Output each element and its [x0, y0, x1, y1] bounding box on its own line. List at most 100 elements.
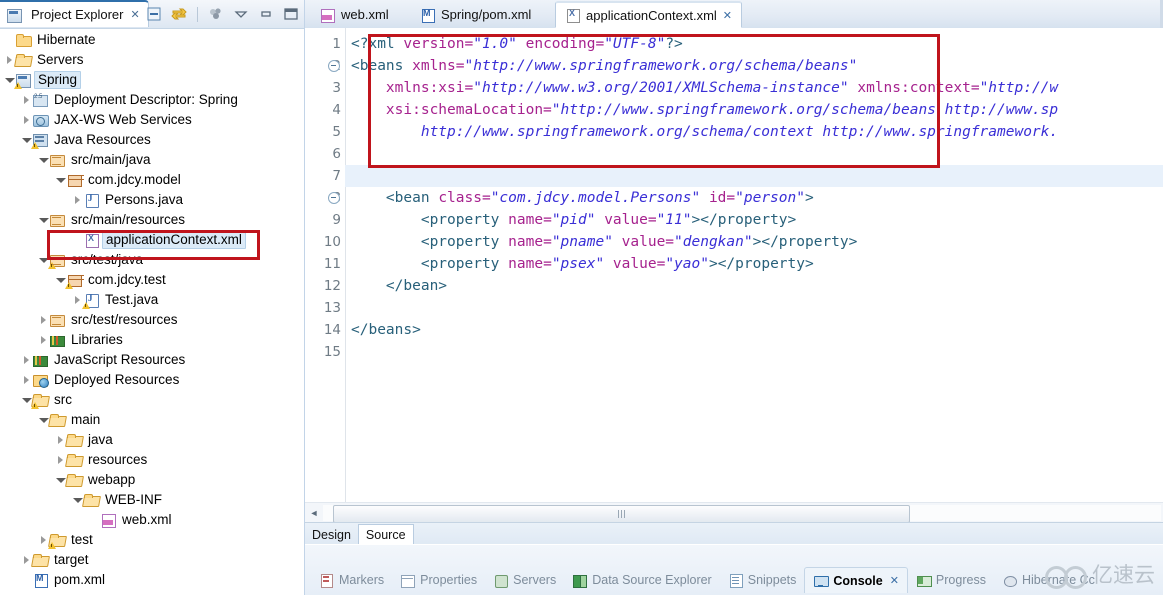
editor-tab-bar[interactable]: web.xml Spring/pom.xml applicationContext.…: [305, 0, 1163, 29]
tree-item-jax-ws-web-services[interactable]: JAX-WS Web Services: [0, 110, 304, 130]
scrollbar-thumb[interactable]: [333, 505, 910, 523]
maximize-icon[interactable]: [282, 5, 300, 23]
collapse-arrow-icon[interactable]: [38, 410, 49, 430]
code-token-tag: <property: [420, 212, 509, 228]
close-icon[interactable]: ✕: [723, 9, 732, 22]
code-line[interactable]: <property name="pname" value="dengkan"><…: [351, 231, 858, 253]
editor-tab-spring-pom-xml[interactable]: Spring/pom.xml: [411, 1, 540, 28]
code-line[interactable]: <property name="psex" value="yao"></prop…: [351, 253, 814, 275]
tree-item-webapp[interactable]: webapp: [0, 470, 304, 490]
tree-item-pom-xml[interactable]: pom.xml: [0, 570, 304, 590]
tree-item-src-main-resources[interactable]: src/main/resources: [0, 210, 304, 230]
editor-tab-applicationcontext-xml[interactable]: applicationContext.xml ✕: [555, 1, 743, 28]
code-line[interactable]: <beans xmlns="http://www.springframework…: [351, 55, 857, 77]
tree-item-deployment-descriptor-spring[interactable]: Deployment Descriptor: Spring: [0, 90, 304, 110]
tree-item-label: com.jdcy.model: [88, 172, 181, 187]
tree-item-java-resources[interactable]: Java Resources: [0, 130, 304, 150]
code-line[interactable]: </bean>: [351, 275, 447, 297]
project-explorer-header: Project Explorer ✕: [0, 0, 304, 29]
view-tab-properties[interactable]: Properties: [392, 567, 485, 593]
database-icon: [572, 573, 588, 588]
tree-item-libraries[interactable]: Libraries: [0, 330, 304, 350]
collapse-arrow-icon[interactable]: [38, 150, 49, 170]
project-tree[interactable]: Hibernate Servers Spring Deployment Descrip…: [0, 28, 304, 595]
collapse-arrow-icon[interactable]: [38, 210, 49, 230]
tree-item-com-jdcy-test[interactable]: com.jdcy.test: [0, 270, 304, 290]
fold-collapse-icon[interactable]: [328, 187, 340, 209]
source-editor[interactable]: 1<?xml version="1.0" encoding="UTF-8"?>2…: [305, 28, 1163, 503]
tree-item-src-test-resources[interactable]: src/test/resources: [0, 310, 304, 330]
collapse-arrow-icon[interactable]: [72, 490, 83, 510]
code-token-val: "UTF-8": [604, 36, 666, 52]
jres-icon: [31, 132, 49, 149]
tree-item-test[interactable]: test: [0, 530, 304, 550]
expand-arrow-icon[interactable]: [38, 310, 49, 330]
editor-page-tab-design[interactable]: Design: [305, 524, 358, 545]
expand-arrow-icon[interactable]: [21, 350, 32, 370]
tree-item-com-jdcy-model[interactable]: com.jdcy.model: [0, 170, 304, 190]
tree-item-servers[interactable]: Servers: [0, 50, 304, 70]
srcfolder-icon: [49, 152, 66, 168]
tree-item-resources[interactable]: resources: [0, 450, 304, 470]
tree-item-main[interactable]: main: [0, 410, 304, 430]
snippets-icon: [728, 573, 743, 588]
collapse-arrow-icon[interactable]: [55, 170, 66, 190]
view-tab-progress[interactable]: Progress: [908, 567, 994, 593]
view-menu-chevron-icon[interactable]: [232, 5, 250, 23]
expand-arrow-icon[interactable]: [21, 550, 32, 570]
code-line[interactable]: http://www.springframework.org/schema/co…: [351, 121, 1058, 143]
code-line[interactable]: <property name="pid" value="11"></proper…: [351, 209, 796, 231]
tree-item-target[interactable]: target: [0, 550, 304, 570]
tree-item-deployed-resources[interactable]: Deployed Resources: [0, 370, 304, 390]
view-tab-markers[interactable]: Markers: [311, 567, 392, 593]
tree-item-test-java[interactable]: Test.java: [0, 290, 304, 310]
code-line[interactable]: <bean class="com.jdcy.model.Persons" id=…: [351, 187, 814, 209]
design-source-tab-bar[interactable]: Design Source: [305, 522, 1163, 545]
editor-page-tab-source[interactable]: Source: [357, 524, 414, 545]
bottom-view-tabs[interactable]: Markers Properties Servers Data Source Expl…: [305, 565, 1163, 595]
view-tab-servers[interactable]: Servers: [485, 567, 564, 593]
tree-item-web-inf[interactable]: WEB-INF: [0, 490, 304, 510]
tree-item-spring[interactable]: Spring: [0, 70, 304, 90]
scroll-left-icon[interactable]: ◄: [305, 504, 323, 522]
expand-arrow-icon[interactable]: [21, 90, 32, 110]
close-icon[interactable]: ✕: [890, 574, 899, 587]
tree-item-src-main-java[interactable]: src/main/java: [0, 150, 304, 170]
code-line[interactable]: xmlns:xsi="http://www.w3.org/2001/XMLSch…: [351, 77, 1058, 99]
collapse-arrow-icon[interactable]: [55, 470, 66, 490]
tree-item-src[interactable]: src: [0, 390, 304, 410]
minimize-icon[interactable]: [257, 5, 275, 23]
code-text[interactable]: 1<?xml version="1.0" encoding="UTF-8"?>2…: [324, 28, 1163, 503]
tree-item-java[interactable]: java: [0, 430, 304, 450]
close-icon[interactable]: ✕: [130, 8, 139, 21]
view-menu-icon[interactable]: [207, 5, 225, 23]
expand-arrow-icon[interactable]: [4, 50, 15, 70]
view-tab-snippets[interactable]: Snippets: [720, 567, 805, 593]
tree-item-applicationcontext-xml[interactable]: applicationContext.xml: [0, 230, 304, 250]
expand-arrow-icon[interactable]: [38, 330, 49, 350]
editor-tab-web-xml[interactable]: web.xml: [311, 1, 398, 28]
expand-arrow-icon[interactable]: [21, 370, 32, 390]
tree-item-web-xml[interactable]: web.xml: [0, 510, 304, 530]
tree-item-src-test-java[interactable]: src/test/java: [0, 250, 304, 270]
expand-arrow-icon[interactable]: [55, 450, 66, 470]
tree-item-persons-java[interactable]: Persons.java: [0, 190, 304, 210]
tree-item-label: Persons.java: [105, 192, 184, 207]
editor-horizontal-scrollbar[interactable]: ◄: [305, 502, 1163, 523]
view-tab-data-source-explorer[interactable]: Data Source Explorer: [564, 567, 720, 593]
fold-collapse-icon[interactable]: [328, 55, 340, 77]
project-explorer-tab[interactable]: Project Explorer ✕: [0, 0, 149, 27]
expand-arrow-icon[interactable]: [55, 430, 66, 450]
code-token-val: http://www.springframework.org/schema/co…: [420, 124, 1059, 140]
code-line[interactable]: <?xml version="1.0" encoding="UTF-8"?>: [351, 33, 683, 55]
code-line[interactable]: xsi:schemaLocation="http://www.springfra…: [351, 99, 1058, 121]
scrollbar-track[interactable]: [323, 505, 1161, 523]
tree-item-hibernate[interactable]: Hibernate: [0, 30, 304, 50]
link-with-editor-icon[interactable]: [170, 5, 188, 23]
code-line[interactable]: </beans>: [351, 319, 421, 341]
view-tab-console[interactable]: Console ✕: [804, 567, 908, 593]
expand-arrow-icon[interactable]: [72, 190, 83, 210]
collapse-all-icon[interactable]: [145, 5, 163, 23]
tree-item-javascript-resources[interactable]: JavaScript Resources: [0, 350, 304, 370]
expand-arrow-icon[interactable]: [21, 110, 32, 130]
